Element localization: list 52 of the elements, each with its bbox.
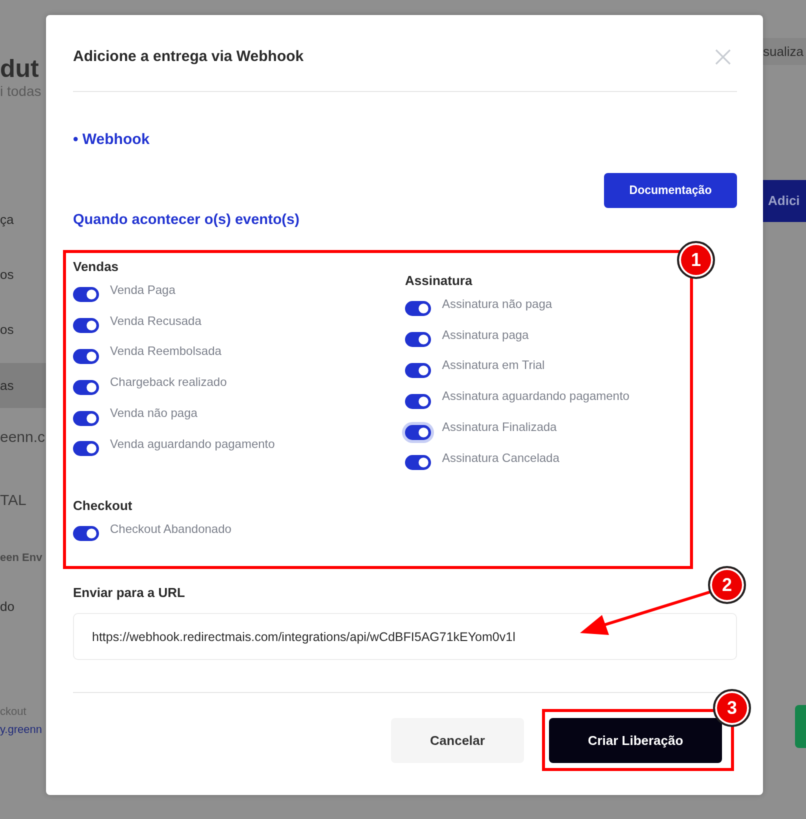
modal-title: Adicione a entrega via Webhook	[73, 46, 304, 67]
group-heading: Checkout	[73, 497, 134, 515]
group-heading: Assinatura	[405, 272, 474, 290]
toggle-switch[interactable]	[73, 410, 99, 426]
sidebar-text: een Env	[0, 550, 44, 564]
annotation-badge: 2	[708, 566, 746, 604]
toggle-label: Venda aguardando pagamento	[110, 436, 275, 453]
toggle-switch[interactable]	[405, 332, 431, 348]
toggle-switch[interactable]	[405, 455, 431, 470]
toggle-switch[interactable]	[73, 287, 99, 302]
toolbar-button[interactable]: sualiza	[763, 38, 806, 65]
documentation-button[interactable]: Documentação	[604, 173, 737, 208]
toggle-switch[interactable]	[405, 301, 431, 316]
add-button[interactable]: Adici	[763, 180, 806, 222]
toggle-switch[interactable]	[73, 441, 99, 456]
toggle-switch[interactable]	[73, 526, 99, 542]
toggle-switch[interactable]	[73, 318, 99, 334]
page-title: dut	[0, 54, 40, 82]
annotation-badge: 1	[677, 241, 715, 279]
sidebar-item[interactable]: do	[0, 597, 46, 617]
toggle-label: Venda não paga	[110, 405, 198, 422]
toggle-switch[interactable]	[405, 394, 431, 409]
annotation-badge: 3	[713, 689, 751, 727]
toggle-label: Checkout Abandonado	[110, 520, 232, 538]
logo-text: eenn.c	[0, 427, 46, 447]
sidebar-item[interactable]: as	[0, 363, 46, 408]
sidebar-item[interactable]: os	[0, 255, 46, 295]
toggle-switch[interactable]	[73, 348, 99, 364]
toggle-label: Venda Reembolsada	[110, 343, 222, 360]
toggle-label: Venda Recusada	[110, 312, 202, 330]
toggle-switch[interactable]	[405, 424, 431, 440]
toggle-label: Assinatura paga	[442, 326, 529, 344]
create-button[interactable]: Criar Liberação	[549, 718, 722, 763]
field-label: Enviar para a URL	[73, 585, 185, 600]
url-field[interactable]: https://webhook.redirectmais.com/integrations/api/wCdBFI5AG71kEYom0v1l	[73, 613, 737, 660]
toggle-switch[interactable]	[405, 362, 431, 378]
toggle-label: Assinatura Finalizada	[442, 419, 557, 436]
toggle-label: Assinatura Cancelada	[442, 450, 560, 467]
cancel-button[interactable]: Cancelar	[391, 718, 524, 763]
sidebar-item[interactable]: ça	[0, 200, 46, 240]
toggle-switch[interactable]	[73, 380, 99, 395]
sidebar-item[interactable]: os	[0, 310, 46, 350]
toggle-label: Chargeback realizado	[110, 374, 227, 392]
logo-text: TAL	[0, 490, 28, 510]
integration-name: • Webhook	[73, 131, 150, 148]
toggle-label: Assinatura em Trial	[442, 357, 545, 374]
toggle-label: Assinatura não paga	[442, 296, 552, 313]
toggle-label: Assinatura aguardando pagamento	[442, 388, 630, 406]
section-heading: Quando acontecer o(s) evento(s)	[73, 212, 300, 228]
group-heading: Vendas	[73, 258, 120, 276]
toggle-label: Venda Paga	[110, 282, 176, 299]
footer-link[interactable]: y.greenn	[0, 722, 46, 736]
